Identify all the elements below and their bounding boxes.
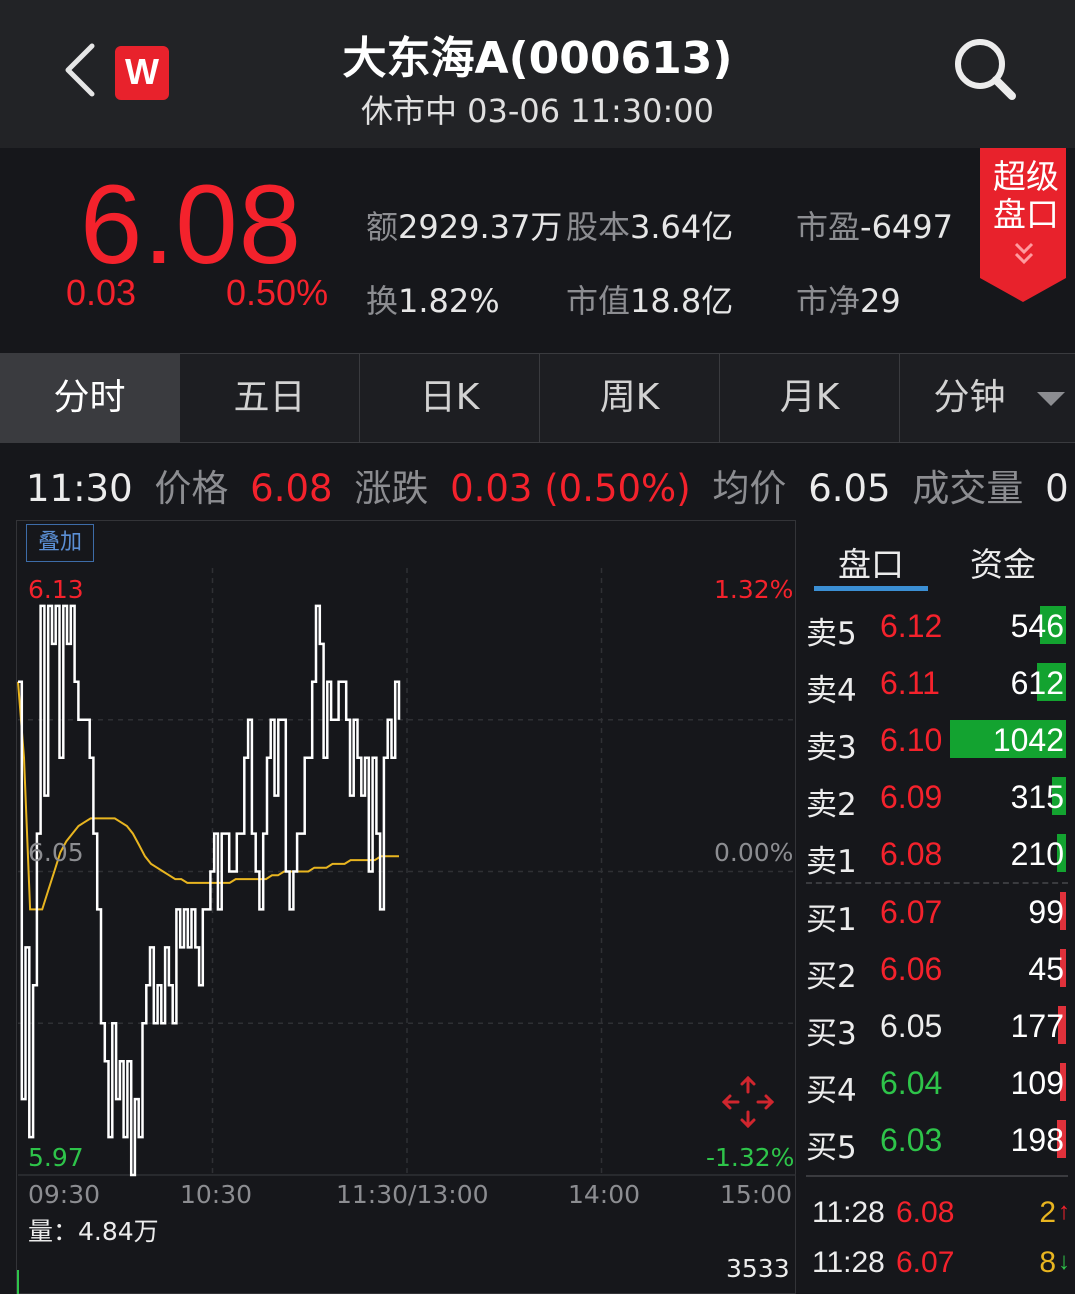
axis-price-low: 5.97: [28, 1143, 84, 1172]
tick-arrow-icon: ↓: [1058, 1248, 1070, 1275]
tab-orderbook[interactable]: 盘口: [838, 538, 904, 586]
axis-pct-mid: 0.00%: [714, 838, 794, 867]
level-volume: 109: [1010, 1065, 1064, 1101]
active-tab-indicator: [814, 586, 928, 591]
level-label: 卖1: [806, 844, 857, 880]
level-price: 6.10: [880, 722, 943, 758]
bid-row[interactable]: 买4 6.04 109: [806, 1061, 1066, 1109]
level-price: 6.05: [880, 1008, 943, 1044]
level-price: 6.12: [880, 608, 943, 644]
tick-time: 11:28: [812, 1246, 885, 1279]
tab-capital[interactable]: 资金: [970, 538, 1036, 586]
level-price: 6.07: [880, 894, 943, 930]
ask-row[interactable]: 卖3 6.10 1042: [806, 718, 1066, 766]
level-label: 卖5: [806, 616, 857, 652]
ask-row[interactable]: 卖4 6.11 612: [806, 661, 1066, 709]
time-label-close: 15:00: [720, 1180, 793, 1209]
level-price: 6.09: [880, 779, 943, 815]
time-label-noon: 11:30/13:00: [336, 1180, 489, 1209]
level-label: 卖4: [806, 673, 857, 709]
level-label: 买1: [806, 902, 857, 938]
axis-pct-high: 1.32%: [714, 575, 794, 604]
ticks-divider: [806, 1175, 1068, 1177]
level-price: 6.03: [880, 1122, 943, 1158]
average-price-line: [17, 681, 399, 911]
level-price: 6.11: [880, 665, 940, 701]
volume-max: 3533: [726, 1254, 790, 1283]
level-volume: 315: [1010, 779, 1064, 815]
level-volume: 612: [1010, 665, 1064, 701]
axis-price-mid: 6.05: [28, 838, 84, 867]
tick-arrow-icon: ↑: [1058, 1198, 1070, 1225]
level-price: 6.06: [880, 951, 943, 987]
tick-volume: 2: [1039, 1196, 1056, 1229]
trade-tick-row: 11:28 6.07 8 ↓: [812, 1246, 1070, 1286]
level-volume: 99: [1028, 894, 1064, 930]
level-volume: 1042: [992, 722, 1064, 758]
bid-row[interactable]: 买5 6.03 198: [806, 1118, 1066, 1166]
level-label: 卖3: [806, 730, 857, 766]
tick-time: 11:28: [812, 1196, 885, 1229]
tick-volume: 8: [1039, 1246, 1056, 1279]
ask-row[interactable]: 卖2 6.09 315: [806, 775, 1066, 823]
orderbook-divider: [806, 882, 1068, 884]
time-label-1030: 10:30: [180, 1180, 253, 1209]
bid-row[interactable]: 买1 6.07 99: [806, 890, 1066, 938]
level-volume: 198: [1010, 1122, 1064, 1158]
level-label: 买3: [806, 1016, 857, 1052]
trade-tick-row: 11:28 6.08 2 ↑: [812, 1196, 1070, 1236]
move-icon[interactable]: [718, 1072, 778, 1132]
bid-row[interactable]: 买3 6.05 177: [806, 1004, 1066, 1052]
tick-price: 6.07: [896, 1246, 955, 1279]
level-price: 6.08: [880, 836, 943, 872]
level-volume: 546: [1010, 608, 1064, 644]
level-label: 买4: [806, 1073, 857, 1109]
price-line: [18, 604, 401, 1177]
level-label: 买2: [806, 959, 857, 995]
level-label: 买5: [806, 1130, 857, 1166]
bid-row[interactable]: 买2 6.06 45: [806, 947, 1066, 995]
level-label: 卖2: [806, 787, 857, 823]
level-volume: 210: [1010, 836, 1064, 872]
level-volume: 177: [1010, 1008, 1064, 1044]
time-label-open: 09:30: [28, 1180, 101, 1209]
axis-price-high: 6.13: [28, 575, 84, 604]
overlay-button[interactable]: 叠加: [26, 524, 94, 562]
level-volume: 45: [1028, 951, 1064, 987]
volume-label: 量：4.84万: [28, 1217, 159, 1246]
level-price: 6.04: [880, 1065, 943, 1101]
ask-row[interactable]: 卖5 6.12 546: [806, 604, 1066, 652]
time-label-1400: 14:00: [568, 1180, 641, 1209]
axis-pct-low: -1.32%: [706, 1143, 795, 1172]
tick-price: 6.08: [896, 1196, 955, 1229]
ask-row[interactable]: 卖1 6.08 210: [806, 832, 1066, 880]
